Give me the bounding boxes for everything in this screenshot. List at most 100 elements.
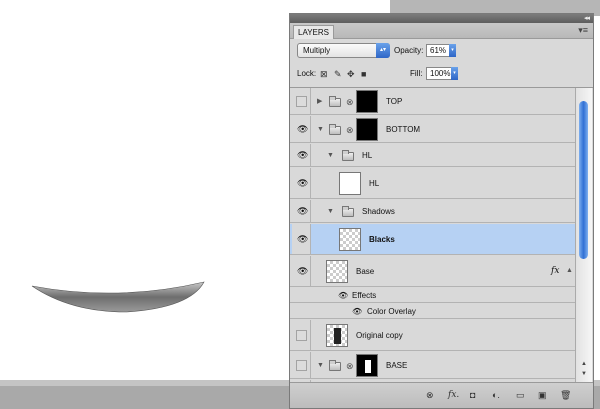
link-layers-icon[interactable]: ⊗ [426, 390, 434, 400]
canvas-bowl-artwork [31, 281, 205, 313]
layer-row-hl-group[interactable]: 👁 ▼ HL [290, 144, 575, 167]
lock-label: Lock: [297, 69, 317, 78]
visibility-toggle[interactable] [292, 88, 311, 114]
link-icon[interactable]: ⊗ [346, 97, 354, 107]
panel-title-strip[interactable]: ◂◂ [290, 14, 593, 23]
hidden-box-icon[interactable] [296, 360, 307, 371]
layer-mask-thumbnail[interactable] [356, 354, 378, 377]
panel-menu-icon[interactable]: ▾≡ [578, 25, 588, 36]
chevron-updown-icon: ▴▾ [376, 43, 390, 58]
folder-icon [329, 96, 341, 107]
blend-opacity-row: Multiply ▴▾ Opacity: 61% ▾ [290, 40, 593, 62]
triangle-down-icon[interactable]: ▼ [317, 362, 324, 370]
blend-mode-select[interactable]: Multiply ▴▾ [297, 43, 390, 58]
layer-name: TOP [386, 97, 403, 106]
new-layer-icon[interactable]: ▣ [538, 390, 547, 400]
folder-icon [342, 150, 354, 161]
layer-row-top[interactable]: ▶ ⊗ TOP [290, 88, 575, 115]
layer-row-bottom[interactable]: 👁 ▼ ⊗ BOTTOM [290, 116, 575, 143]
eye-icon[interactable]: 👁 [297, 234, 308, 244]
fill-value: 100% [430, 69, 451, 78]
layer-row-base[interactable]: 👁 Base fx ▲ [290, 256, 575, 287]
panel-tabbar: LAYERS ▾≡ [290, 23, 593, 39]
layer-row-color-overlay[interactable]: 👁 Color Overlay [290, 304, 575, 319]
visibility-toggle[interactable]: 👁 [292, 116, 311, 142]
triangle-down-icon[interactable]: ▼ [327, 208, 334, 216]
effects-spacer [292, 288, 311, 302]
layer-name: HL [362, 151, 373, 160]
opacity-input[interactable]: 61% ▾ [426, 44, 456, 57]
visibility-toggle[interactable] [292, 320, 311, 350]
double-chevron-right-icon[interactable]: ◂◂ [584, 14, 590, 23]
chevron-down-icon[interactable]: ▾ [451, 67, 458, 80]
eye-icon[interactable]: 👁 [338, 291, 348, 300]
layer-row-shadows[interactable]: 👁 ▼ Shadows [290, 200, 575, 223]
chevron-down-icon[interactable]: ▾ [449, 44, 456, 57]
layer-row-blacks[interactable]: 👁 Blacks [290, 224, 575, 255]
trash-icon[interactable]: 🗑 [560, 390, 571, 400]
layer-name: Original copy [356, 331, 403, 340]
layer-row-original-copy[interactable]: Original copy [290, 320, 575, 351]
eye-icon[interactable]: 👁 [352, 307, 362, 316]
add-mask-icon[interactable]: ◘ [470, 390, 475, 400]
opacity-label: Opacity: [394, 46, 424, 55]
lock-all-icon[interactable]: ■ [361, 70, 366, 79]
lock-pixels-icon[interactable]: ✎ [334, 70, 342, 79]
panel-bottom-toolbar: ⊗ fx. ◘ ◐. ▭ ▣ 🗑 [290, 382, 593, 408]
layer-mask-thumbnail[interactable] [356, 118, 378, 141]
triangle-down-icon[interactable]: ▼ [317, 126, 324, 134]
layers-list: ▶ ⊗ TOP 👁 ▼ ⊗ BOTTOM 👁 ▼ HL 👁 HL 👁 ▼ Sha… [290, 87, 593, 382]
eye-icon[interactable]: 👁 [297, 178, 308, 188]
layer-thumbnail[interactable] [326, 260, 348, 283]
visibility-toggle[interactable]: 👁 [292, 144, 311, 166]
layer-row-effects[interactable]: 👁 Effects [290, 288, 575, 303]
adjustment-layer-icon[interactable]: ◐. [492, 390, 500, 400]
layer-thumbnail[interactable] [339, 172, 361, 195]
layer-thumbnail[interactable] [339, 228, 361, 251]
lock-position-icon[interactable]: ✥ [347, 70, 355, 79]
effect-name: Color Overlay [367, 307, 416, 316]
layer-mask-thumbnail[interactable] [356, 90, 378, 113]
eye-icon[interactable]: 👁 [297, 206, 308, 216]
hidden-box-icon[interactable] [296, 96, 307, 107]
tab-layers[interactable]: LAYERS [293, 25, 334, 39]
layer-name: Base [356, 267, 375, 276]
visibility-toggle[interactable] [292, 352, 311, 378]
scroll-up-icon[interactable]: ▲ [581, 361, 587, 367]
fill-label: Fill: [410, 69, 423, 78]
blend-mode-value: Multiply [303, 46, 331, 55]
opacity-value: 61% [430, 46, 447, 55]
new-group-icon[interactable]: ▭ [516, 390, 525, 400]
visibility-toggle[interactable]: 👁 [292, 200, 311, 222]
add-layer-style-icon[interactable]: fx. [448, 390, 459, 400]
link-icon[interactable]: ⊗ [346, 125, 354, 135]
lock-fill-row: Lock: ⊠ ✎ ✥ ■ Fill: 100% ▾ [290, 63, 593, 85]
folder-icon [342, 206, 354, 217]
layer-thumbnail[interactable] [326, 324, 348, 347]
effects-spacer [292, 304, 311, 318]
link-icon[interactable]: ⊗ [346, 361, 354, 371]
visibility-toggle[interactable]: 👁 [292, 224, 311, 254]
eye-icon[interactable]: 👁 [297, 124, 308, 134]
hidden-box-icon[interactable] [296, 330, 307, 341]
folder-icon [329, 360, 341, 371]
triangle-up-icon[interactable]: ▲ [566, 267, 573, 275]
triangle-down-icon[interactable]: ▼ [327, 152, 334, 160]
triangle-right-icon[interactable]: ▶ [317, 98, 322, 106]
layer-name: Blacks [369, 235, 395, 244]
effects-label: Effects [352, 291, 377, 300]
layers-panel: ◂◂ LAYERS ▾≡ Multiply ▴▾ Opacity: 61% ▾ … [289, 13, 594, 409]
eye-icon[interactable]: 👁 [297, 150, 308, 160]
layer-effects-fx-icon[interactable]: fx [551, 266, 559, 276]
layer-row-base-group[interactable]: ▼ ⊗ BASE [290, 352, 575, 379]
layer-name: HL [369, 179, 380, 188]
lock-transparency-icon[interactable]: ⊠ [320, 70, 328, 79]
layer-row-hl[interactable]: 👁 HL [290, 168, 575, 199]
fill-input[interactable]: 100% ▾ [426, 67, 458, 80]
scroll-down-icon[interactable]: ▼ [581, 371, 587, 377]
visibility-toggle[interactable]: 👁 [292, 256, 311, 286]
eye-icon[interactable]: 👁 [297, 266, 308, 276]
layers-scrollbar[interactable]: ▲ ▼ [575, 88, 592, 382]
visibility-toggle[interactable]: 👁 [292, 168, 311, 198]
scrollbar-thumb[interactable] [579, 101, 588, 259]
